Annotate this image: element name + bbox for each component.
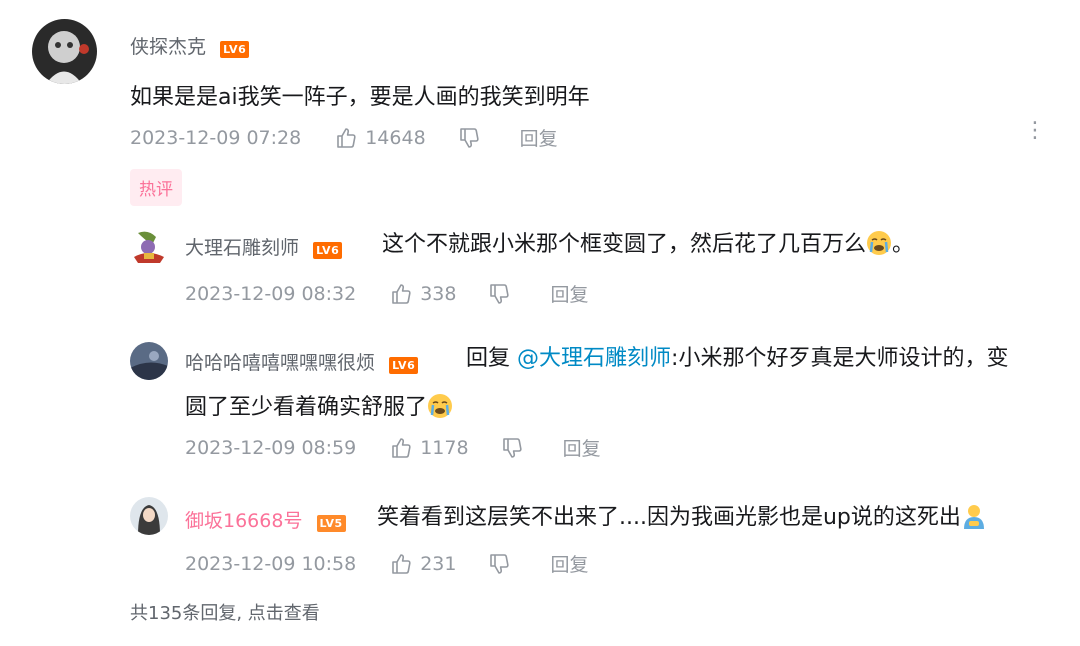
like-count: 231 — [420, 552, 457, 575]
avatar[interactable] — [32, 19, 97, 84]
reply-meta: 2023-12-09 08:59 1178 回复 — [185, 434, 601, 461]
reply-text: 这个不就跟小米那个框变圆了，然后花了几百万么。 — [382, 230, 914, 259]
reply-time: 2023-12-09 10:58 — [185, 552, 357, 575]
reply-text-body: 笑着看到这层笑不出来了....因为我画光影也是up说的这死出 — [377, 505, 961, 530]
reply-text: 笑着看到这层笑不出来了....因为我画光影也是up说的这死出 — [377, 503, 987, 532]
reply-button[interactable]: 回复 — [563, 434, 601, 461]
avatar[interactable] — [130, 342, 168, 380]
crying-face-icon — [428, 394, 453, 418]
thumbs-up-icon — [337, 127, 356, 148]
reply-username[interactable]: 大理石雕刻师 LV6 — [185, 233, 343, 260]
like-button[interactable]: 14648 — [335, 126, 426, 149]
reply-meta: 2023-12-09 10:58 231 回复 — [185, 550, 589, 577]
like-button[interactable]: 338 — [390, 283, 456, 305]
reply-text-line1: :小米那个好歹真是大师设计的，变 — [671, 346, 1009, 371]
level-badge: LV6 — [220, 41, 250, 58]
reply-prefix: 回复 — [466, 346, 511, 371]
comment-username[interactable]: 侠探杰克 LV6 — [130, 32, 250, 59]
avatar[interactable] — [130, 497, 168, 535]
thumbs-up-icon — [392, 283, 411, 304]
dislike-button[interactable] — [488, 553, 518, 575]
more-options-icon[interactable]: ⋮ — [1024, 118, 1046, 143]
reply-text-body: 这个不就跟小米那个框变圆了，然后花了几百万么 — [382, 232, 867, 257]
thumbs-down-icon — [490, 553, 510, 574]
comment-username-text[interactable]: 侠探杰克 — [130, 36, 206, 58]
view-all-replies-link[interactable]: 共135条回复, 点击查看 — [130, 599, 320, 625]
reply-text-continued: 圆了至少看着确实舒服了 — [185, 393, 453, 422]
reply-username-text[interactable]: 大理石雕刻师 — [185, 237, 299, 259]
thumbs-down-icon — [490, 283, 510, 304]
reply-username[interactable]: 哈哈哈嘻嘻嘿嘿嘿很烦 LV6 — [185, 348, 419, 375]
reply-text-line2: 圆了至少看着确实舒服了 — [185, 395, 428, 420]
thumbs-down-icon — [459, 127, 479, 148]
thumbs-down-icon — [502, 437, 522, 458]
comment-text: 如果是是ai我笑一阵子，要是人画的我笑到明年 — [130, 85, 590, 110]
avatar[interactable] — [130, 227, 168, 265]
reply-username[interactable]: 御坂16668号 LV5 — [185, 506, 346, 533]
level-badge: LV6 — [389, 357, 419, 374]
comment-time: 2023-12-09 07:28 — [130, 126, 302, 149]
crying-face-icon — [867, 231, 892, 255]
reply-text: 回复 @大理石雕刻师:小米那个好歹真是大师设计的，变 — [466, 345, 1008, 373]
reply-time: 2023-12-09 08:32 — [185, 282, 357, 305]
like-button[interactable]: 1178 — [390, 436, 469, 459]
like-count: 14648 — [365, 126, 426, 149]
reply-username-text[interactable]: 哈哈哈嘻嘻嘿嘿嘿很烦 — [185, 352, 375, 374]
hot-comment-tag: 热评 — [130, 169, 182, 206]
like-count: 1178 — [420, 436, 469, 459]
thumbs-up-icon — [392, 553, 411, 574]
level-badge: LV5 — [316, 515, 346, 532]
reply-button[interactable]: 回复 — [550, 550, 588, 577]
reply-meta: 2023-12-09 08:32 338 回复 — [185, 280, 589, 307]
dislike-button[interactable] — [501, 437, 531, 459]
reply-button[interactable]: 回复 — [550, 280, 588, 307]
reply-button[interactable]: 回复 — [520, 124, 558, 151]
like-count: 338 — [420, 282, 457, 305]
person-emoji-icon — [963, 505, 984, 529]
reply-time: 2023-12-09 08:59 — [185, 436, 357, 459]
dislike-button[interactable] — [488, 283, 518, 305]
reply-text-tail: 。 — [892, 232, 915, 257]
level-badge: LV6 — [313, 242, 343, 259]
mention-link[interactable]: @大理石雕刻师 — [517, 346, 671, 371]
thumbs-up-icon — [392, 437, 411, 458]
comment-meta: 2023-12-09 07:28 14648 回复 — [130, 124, 558, 151]
like-button[interactable]: 231 — [390, 553, 456, 575]
dislike-button[interactable] — [458, 127, 488, 149]
reply-username-text[interactable]: 御坂16668号 — [185, 510, 302, 532]
